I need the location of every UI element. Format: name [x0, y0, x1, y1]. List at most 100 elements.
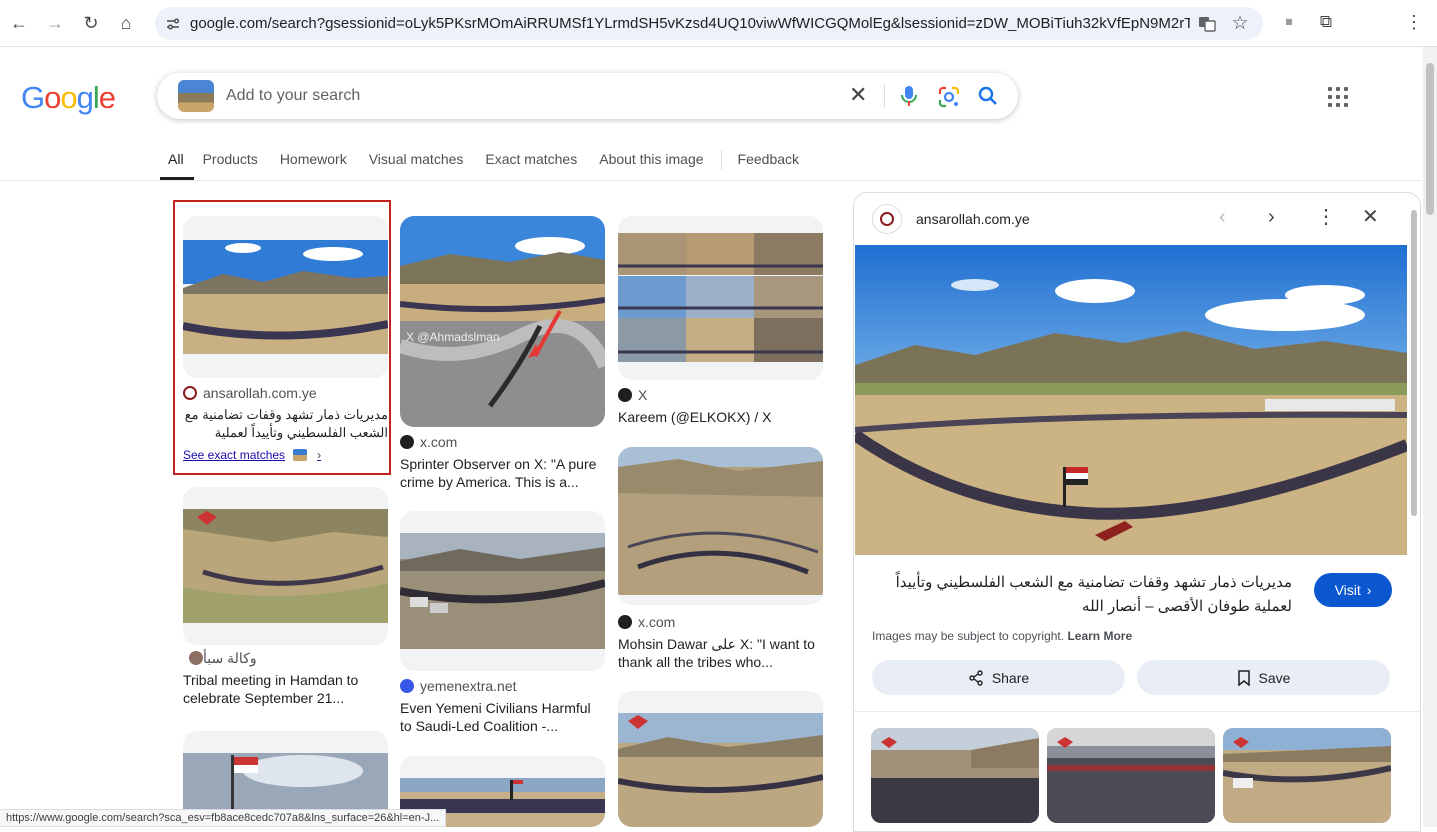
result-card[interactable]: X Kareem (@ELKOKX) / X — [618, 216, 823, 426]
result-card[interactable]: ansarollah.com.ye مديريات ذمار تشهد وقفا… — [183, 216, 388, 462]
copyright-notice: Images may be subject to copyright. Lear… — [872, 629, 1132, 643]
browser-toolbar: ← → ↻ ⌂ google.com/search?gsessionid=oLy… — [0, 0, 1437, 47]
result-title[interactable]: Kareem (@ELKOKX) / X — [618, 408, 823, 426]
url-text: google.com/search?gsessionid=oLyk5PKsrMO… — [190, 15, 1190, 32]
result-image[interactable] — [618, 691, 823, 827]
result-image[interactable] — [183, 216, 388, 378]
site-settings-icon[interactable] — [165, 16, 181, 32]
status-bar-url: https://www.google.com/search?sca_esv=fb… — [0, 809, 447, 827]
image-preview-panel: ansarollah.com.ye ‹ › ⋮ ✕ مديريات ذمار ت… — [853, 192, 1421, 832]
share-label: Share — [991, 669, 1030, 686]
exact-thumb-icon — [293, 449, 308, 461]
result-image[interactable] — [400, 511, 605, 671]
result-title[interactable]: Mohsin Dawar على X: "I want to thank all… — [618, 635, 823, 671]
tab-all[interactable]: All — [160, 150, 193, 180]
result-title[interactable]: Sprinter Observer on X: "A pure crime by… — [400, 455, 605, 491]
address-bar[interactable]: google.com/search?gsessionid=oLyk5PKsrMO… — [155, 7, 1263, 40]
see-exact-matches-label[interactable]: See exact matches — [183, 448, 285, 462]
back-arrow-icon[interactable]: ← — [7, 11, 31, 35]
tab-about-this-image[interactable]: About this image — [599, 150, 703, 180]
search-tabs: All Products Homework Visual matches Exa… — [160, 150, 821, 180]
related-image[interactable] — [871, 728, 1039, 823]
related-image[interactable] — [1047, 728, 1215, 823]
page-scrollbar[interactable] — [1423, 47, 1437, 827]
home-icon[interactable]: ⌂ — [114, 11, 138, 35]
tab-separator — [720, 150, 722, 170]
tab-exact-matches[interactable]: Exact matches — [485, 150, 577, 180]
google-logo[interactable]: Google — [21, 80, 116, 116]
save-button[interactable]: Save — [1137, 660, 1390, 695]
invid-extension-icon[interactable]: ▦ — [1279, 12, 1299, 32]
result-source[interactable]: X — [638, 387, 647, 403]
result-title[interactable]: Tribal meeting in Hamdan to celebrate Se… — [183, 671, 388, 707]
next-chevron-icon[interactable]: › — [1268, 205, 1275, 229]
result-card[interactable]: X @Ahmadslman x.com Sprinter Observer on… — [400, 216, 605, 491]
chevron-right-icon: › — [317, 448, 322, 462]
panel-scrollbar[interactable] — [1409, 206, 1419, 826]
site-favicon — [183, 386, 197, 400]
result-source[interactable]: yemenextra.net — [420, 678, 517, 694]
panel-divider — [854, 711, 1420, 712]
query-image-thumbnail[interactable] — [178, 80, 214, 112]
result-source[interactable]: ansarollah.com.ye — [203, 385, 317, 401]
share-button[interactable]: Share — [872, 660, 1125, 695]
share-icon — [969, 669, 983, 686]
search-icon[interactable] — [978, 86, 998, 106]
site-favicon — [872, 204, 902, 234]
result-source[interactable]: x.com — [420, 434, 457, 450]
bookmark-icon — [1237, 669, 1250, 686]
result-title[interactable]: مديريات ذمار تشهد وقفات تضامنية مع الشعب… — [183, 406, 388, 442]
image-watermark: X @Ahmadslman — [406, 330, 500, 344]
chevron-right-icon: › — [1366, 582, 1372, 598]
search-box[interactable]: Add to your search ✕ — [157, 73, 1018, 119]
translate-icon[interactable] — [1197, 14, 1217, 34]
result-card[interactable]: وكالة سبأ Tribal meeting in Hamdan to ce… — [183, 487, 388, 707]
x-favicon — [400, 435, 414, 449]
learn-more-link[interactable]: Learn More — [1067, 629, 1132, 643]
save-label: Save — [1258, 669, 1291, 686]
copyright-text: Images may be subject to copyright. — [872, 629, 1065, 643]
menu-kebab-icon[interactable]: ⋮ — [1404, 12, 1424, 32]
extensions-puzzle-icon[interactable]: ⧉ — [1316, 12, 1336, 32]
result-image[interactable]: X @Ahmadslman — [400, 216, 605, 427]
microphone-icon[interactable] — [899, 85, 919, 107]
result-source[interactable]: وكالة سبأ — [203, 650, 257, 667]
see-exact-matches-link[interactable]: See exact matches › — [183, 448, 388, 462]
result-image[interactable] — [183, 487, 388, 645]
result-title[interactable]: Even Yemeni Civilians Harmful to Saudi-L… — [400, 699, 605, 735]
result-card[interactable]: yemenextra.net Even Yemeni Civilians Har… — [400, 511, 605, 735]
tab-feedback[interactable]: Feedback — [738, 150, 799, 180]
result-image[interactable] — [618, 216, 823, 380]
related-image[interactable] — [1223, 728, 1391, 823]
search-divider — [884, 84, 885, 108]
previous-chevron-icon[interactable]: ‹ — [1219, 205, 1226, 229]
header-divider — [0, 180, 1422, 181]
panel-site-name[interactable]: ansarollah.com.ye — [916, 211, 1030, 227]
visit-label: Visit — [1334, 582, 1361, 598]
close-panel-icon[interactable]: ✕ — [1362, 205, 1379, 229]
search-input[interactable]: Add to your search — [226, 87, 360, 105]
tab-homework[interactable]: Homework — [280, 150, 347, 180]
tab-products[interactable]: Products — [203, 150, 258, 180]
tab-visual-matches[interactable]: Visual matches — [369, 150, 464, 180]
result-card[interactable] — [618, 691, 823, 827]
result-source[interactable]: x.com — [638, 614, 675, 630]
wordpress-favicon — [400, 679, 414, 693]
panel-title[interactable]: مديريات ذمار تشهد وقفات تضامنية مع الشعب… — [872, 571, 1292, 619]
reload-icon[interactable]: ↻ — [79, 11, 103, 35]
google-apps-icon[interactable] — [1328, 87, 1348, 107]
bookmark-star-icon[interactable]: ☆ — [1230, 14, 1250, 34]
saba-favicon — [189, 651, 203, 665]
forward-arrow-icon[interactable]: → — [43, 11, 67, 35]
lens-camera-icon[interactable] — [938, 86, 960, 108]
preview-image[interactable] — [855, 245, 1407, 555]
result-image[interactable] — [618, 447, 823, 605]
x-favicon — [618, 615, 632, 629]
page-scrollbar-thumb[interactable] — [1426, 63, 1434, 215]
visit-button[interactable]: Visit › — [1314, 573, 1392, 607]
result-card[interactable]: x.com Mohsin Dawar على X: "I want to tha… — [618, 447, 823, 671]
clear-icon[interactable]: ✕ — [849, 84, 867, 106]
more-options-icon[interactable]: ⋮ — [1316, 205, 1336, 229]
panel-scrollbar-thumb[interactable] — [1411, 210, 1417, 516]
x-favicon — [618, 388, 632, 402]
